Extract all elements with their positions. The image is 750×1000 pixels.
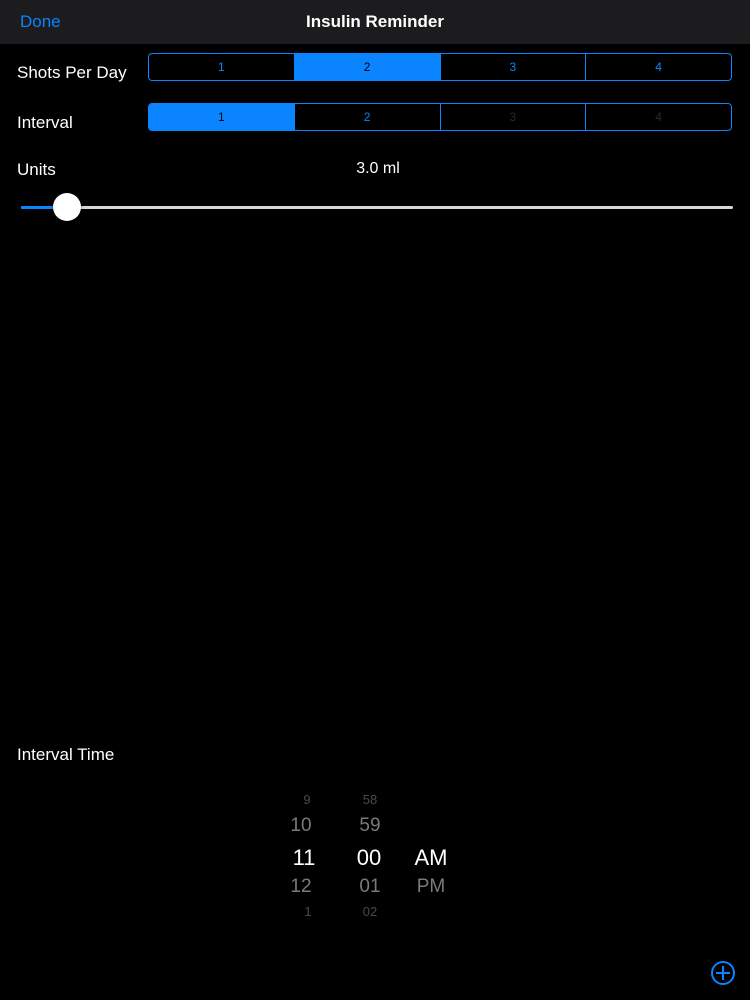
units-slider[interactable] bbox=[21, 193, 733, 221]
units-value: 3.0 ml bbox=[356, 160, 400, 177]
interval-option-1[interactable]: 1 bbox=[149, 104, 294, 130]
navigation-bar: Done Insulin Reminder bbox=[0, 0, 750, 44]
minute-option-selected[interactable]: 00 bbox=[339, 845, 399, 871]
interval-segmented-control: 1 2 3 4 bbox=[148, 103, 732, 131]
period-option[interactable]: PM bbox=[401, 876, 461, 898]
hour-option[interactable]: 10 bbox=[271, 815, 331, 837]
shots-per-day-option-2[interactable]: 2 bbox=[293, 54, 440, 80]
hour-option[interactable]: 12 bbox=[271, 876, 331, 898]
interval-time-picker: 9 10 11 12 1 58 59 00 01 02 AM PM bbox=[0, 0, 750, 1000]
minute-option[interactable]: 01 bbox=[340, 876, 400, 898]
minute-option[interactable]: 58 bbox=[340, 792, 400, 807]
interval-option-3: 3 bbox=[439, 104, 586, 130]
hour-option[interactable]: 9 bbox=[277, 792, 337, 807]
hour-option[interactable]: 1 bbox=[278, 904, 338, 919]
shots-per-day-option-4[interactable]: 4 bbox=[585, 54, 731, 80]
units-slider-thumb[interactable] bbox=[53, 193, 81, 221]
minute-option[interactable]: 02 bbox=[340, 904, 400, 919]
interval-option-2[interactable]: 2 bbox=[293, 104, 440, 130]
interval-label: Interval bbox=[17, 113, 73, 132]
shots-per-day-label: Shots Per Day bbox=[17, 63, 127, 82]
shots-per-day-option-3[interactable]: 3 bbox=[439, 54, 586, 80]
plus-circle-icon[interactable] bbox=[711, 961, 735, 985]
interval-time-label: Interval Time bbox=[17, 745, 115, 764]
hour-option-selected[interactable]: 11 bbox=[274, 845, 334, 871]
interval-option-4: 4 bbox=[585, 104, 731, 130]
page-title: Insulin Reminder bbox=[306, 12, 444, 31]
minute-option[interactable]: 59 bbox=[340, 815, 400, 837]
shots-per-day-segmented-control: 1 2 3 4 bbox=[148, 53, 732, 81]
period-option-selected[interactable]: AM bbox=[401, 845, 461, 871]
shots-per-day-option-1[interactable]: 1 bbox=[149, 54, 294, 80]
